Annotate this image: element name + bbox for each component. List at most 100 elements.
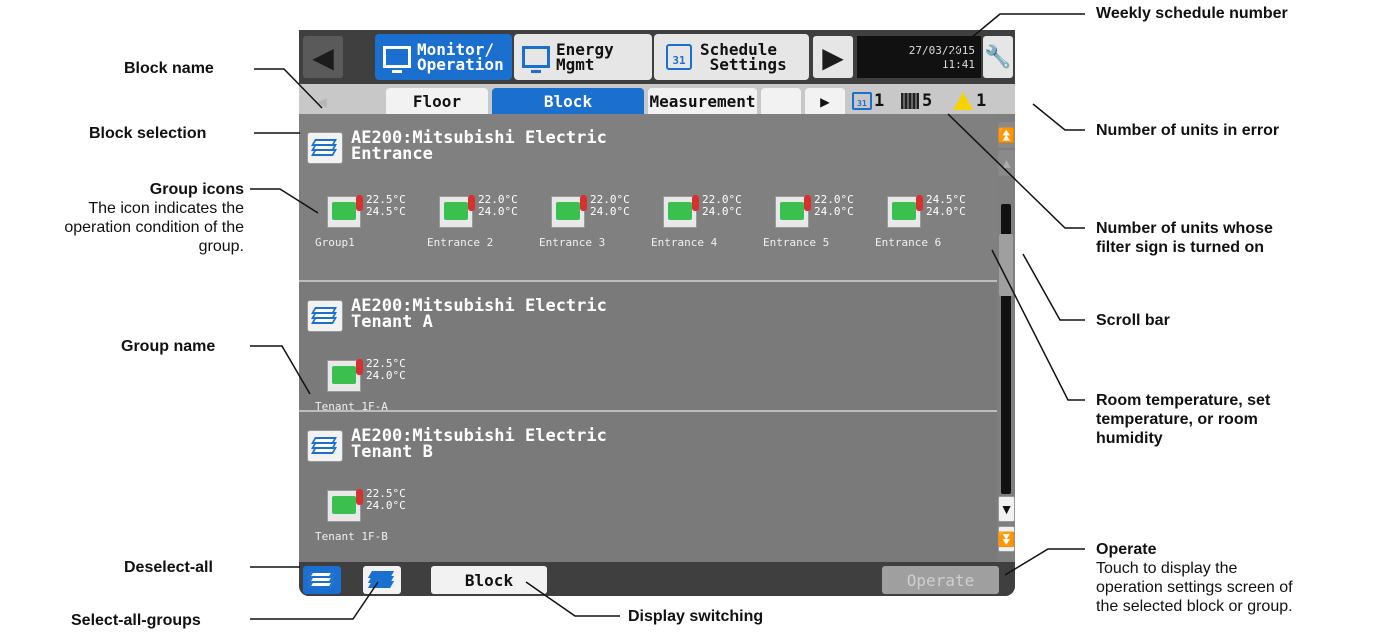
group-unit[interactable]: 22.0°C 24.0°C Entrance 2 xyxy=(427,188,537,250)
top-menu-bar: ◀ Monitor/ Operation Energy Mgmt 31 Sche… xyxy=(299,30,1015,84)
unit-temperatures: 22.0°C 24.0°C xyxy=(590,193,630,218)
up-triangle-icon: ▲ xyxy=(999,155,1014,171)
thermometer-icon xyxy=(356,489,363,505)
annotation-room-temp: Room temperature, set temperature, or ro… xyxy=(1096,392,1271,447)
schedule-number: 1 xyxy=(874,91,885,111)
air-conditioner-icon xyxy=(327,195,363,228)
scroll-bottom-button[interactable]: ⏬ xyxy=(998,526,1015,552)
error-count: 1 xyxy=(976,91,987,111)
date-time-display: 27/03/2015 11:41 xyxy=(857,36,981,78)
button-label: Operate xyxy=(906,570,975,590)
controller-screen: ◀ Monitor/ Operation Energy Mgmt 31 Sche… xyxy=(299,30,1015,596)
unit-temperatures: 22.0°C 24.0°C xyxy=(814,193,854,218)
block-section: AE200:Mitsubishi Electric Tenant B 22.5°… xyxy=(299,412,997,562)
group-unit[interactable]: 22.5°C 24.0°C Tenant 1F-A xyxy=(315,352,425,414)
double-up-icon: ⏫ xyxy=(997,126,1015,143)
annotation-select-all-groups: Select-all-groups xyxy=(71,612,201,629)
scroll-down-button[interactable]: ▼ xyxy=(998,496,1015,522)
filter-count: 5 xyxy=(922,91,933,111)
air-conditioner-icon xyxy=(551,195,587,228)
group-name: Entrance 2 xyxy=(427,236,494,249)
group-name: Entrance 4 xyxy=(651,236,718,249)
display-switch-button[interactable]: Block xyxy=(431,566,547,594)
tab-label: Energy Mgmt xyxy=(556,40,614,74)
wrench-icon: 🔧 xyxy=(984,44,1012,69)
unit-temperatures: 22.0°C 24.0°C xyxy=(702,193,742,218)
tab-monitor-operation[interactable]: Monitor/ Operation xyxy=(375,34,512,80)
block-select-button[interactable] xyxy=(307,300,343,332)
annotation-group-name: Group name xyxy=(121,338,216,355)
annotation-group-icons: Group icons xyxy=(149,181,244,198)
down-triangle-icon: ▼ xyxy=(999,501,1014,517)
right-triangle-icon: ▶ xyxy=(820,91,830,111)
thermometer-icon xyxy=(468,195,475,211)
annotation-operate-desc: Touch to display the operation settings … xyxy=(1096,560,1293,615)
annotation-block-selection: Block selection xyxy=(89,125,207,142)
annotation-display-switching: Display switching xyxy=(628,608,764,625)
tab-label: Schedule Settings xyxy=(700,40,787,74)
unit-temperatures: 22.5°C 24.5°C xyxy=(366,193,406,218)
stack-icon xyxy=(310,139,338,157)
stack-icon xyxy=(310,437,338,455)
filter-sign-status: 5 xyxy=(901,88,932,114)
date-text: 27/03/2015 xyxy=(908,44,975,57)
deselect-all-button[interactable] xyxy=(303,566,341,594)
button-label: Block xyxy=(464,570,514,590)
annotation-units-in-error: Number of units in error xyxy=(1096,122,1280,139)
group-name: Entrance 3 xyxy=(539,236,606,249)
sub-next-button[interactable]: ▶ xyxy=(805,88,845,114)
stack-icon xyxy=(307,571,335,589)
block-select-button[interactable] xyxy=(307,132,343,164)
group-unit[interactable]: 22.5°C 24.0°C Tenant 1F-B xyxy=(315,482,425,544)
operate-button[interactable]: Operate xyxy=(882,566,999,594)
air-conditioner-icon xyxy=(327,359,363,392)
group-unit[interactable]: 24.5°C 24.0°C Entrance 6 xyxy=(875,188,985,250)
sub-tab-bar: ◀ Floor Block Measurement ▶ 31 1 5 1 xyxy=(299,84,1015,114)
annotation-operate: Operate xyxy=(1096,541,1157,558)
select-all-groups-button[interactable] xyxy=(363,566,401,594)
tab-empty[interactable] xyxy=(761,88,801,114)
annotation-weekly-schedule: Weekly schedule number xyxy=(1096,5,1288,22)
tab-measurement[interactable]: Measurement xyxy=(648,88,757,114)
sub-prev-button[interactable]: ◀ xyxy=(307,88,337,114)
air-conditioner-icon xyxy=(775,195,811,228)
annotation-block-name: Block name xyxy=(124,60,214,77)
group-unit[interactable]: 22.0°C 24.0°C Entrance 5 xyxy=(763,188,873,250)
prev-menu-button[interactable]: ◀ xyxy=(303,36,343,78)
scroll-up-button[interactable]: ▲ xyxy=(998,150,1015,176)
stack-icon xyxy=(310,307,338,325)
scroll-thumb[interactable] xyxy=(999,234,1013,296)
block-section: AE200:Mitsubishi Electric Tenant A 22.5°… xyxy=(299,282,997,414)
tab-energy-mgmt[interactable]: Energy Mgmt xyxy=(514,34,652,80)
air-conditioner-icon xyxy=(439,195,475,228)
warning-icon xyxy=(953,92,973,110)
group-name: Group1 xyxy=(315,236,355,249)
bottom-bar: Block Operate xyxy=(299,562,1015,596)
settings-button[interactable]: 🔧 xyxy=(983,36,1013,78)
leader-scroll-bar xyxy=(1022,253,1085,321)
error-status: 1 xyxy=(953,88,986,114)
monitor-icon xyxy=(383,46,411,73)
block-section: AE200:Mitsubishi Electric Entrance 22.5°… xyxy=(299,114,997,282)
group-unit[interactable]: 22.0°C 24.0°C Entrance 4 xyxy=(651,188,761,250)
thermometer-icon xyxy=(692,195,699,211)
annotation-filter-units: Number of units whose filter sign is tur… xyxy=(1096,220,1273,256)
next-menu-button[interactable]: ▶ xyxy=(813,36,853,78)
right-triangle-icon: ▶ xyxy=(822,41,844,73)
group-name: Tenant 1F-B xyxy=(315,530,388,543)
annotation-deselect-all: Deselect-all xyxy=(124,559,213,576)
tab-floor[interactable]: Floor xyxy=(386,88,488,114)
block-select-button[interactable] xyxy=(307,430,343,462)
scroll-top-button[interactable]: ⏫ xyxy=(998,122,1015,148)
thermometer-icon xyxy=(356,195,363,211)
scroll-bar[interactable]: ⏫ ▲ ▼ ⏬ xyxy=(997,114,1015,562)
group-unit[interactable]: 22.0°C 24.0°C Entrance 3 xyxy=(539,188,649,250)
tab-block[interactable]: Block xyxy=(492,88,644,114)
group-name: Entrance 5 xyxy=(763,236,830,249)
time-text: 11:41 xyxy=(941,58,975,71)
block-name: AE200:Mitsubishi Electric Tenant A xyxy=(351,296,607,332)
tab-schedule-settings[interactable]: 31 Schedule Settings xyxy=(654,34,809,80)
air-conditioner-icon xyxy=(327,489,363,522)
tab-label: Block xyxy=(543,91,593,111)
group-unit[interactable]: 22.5°C 24.5°C Group1 xyxy=(315,188,425,250)
